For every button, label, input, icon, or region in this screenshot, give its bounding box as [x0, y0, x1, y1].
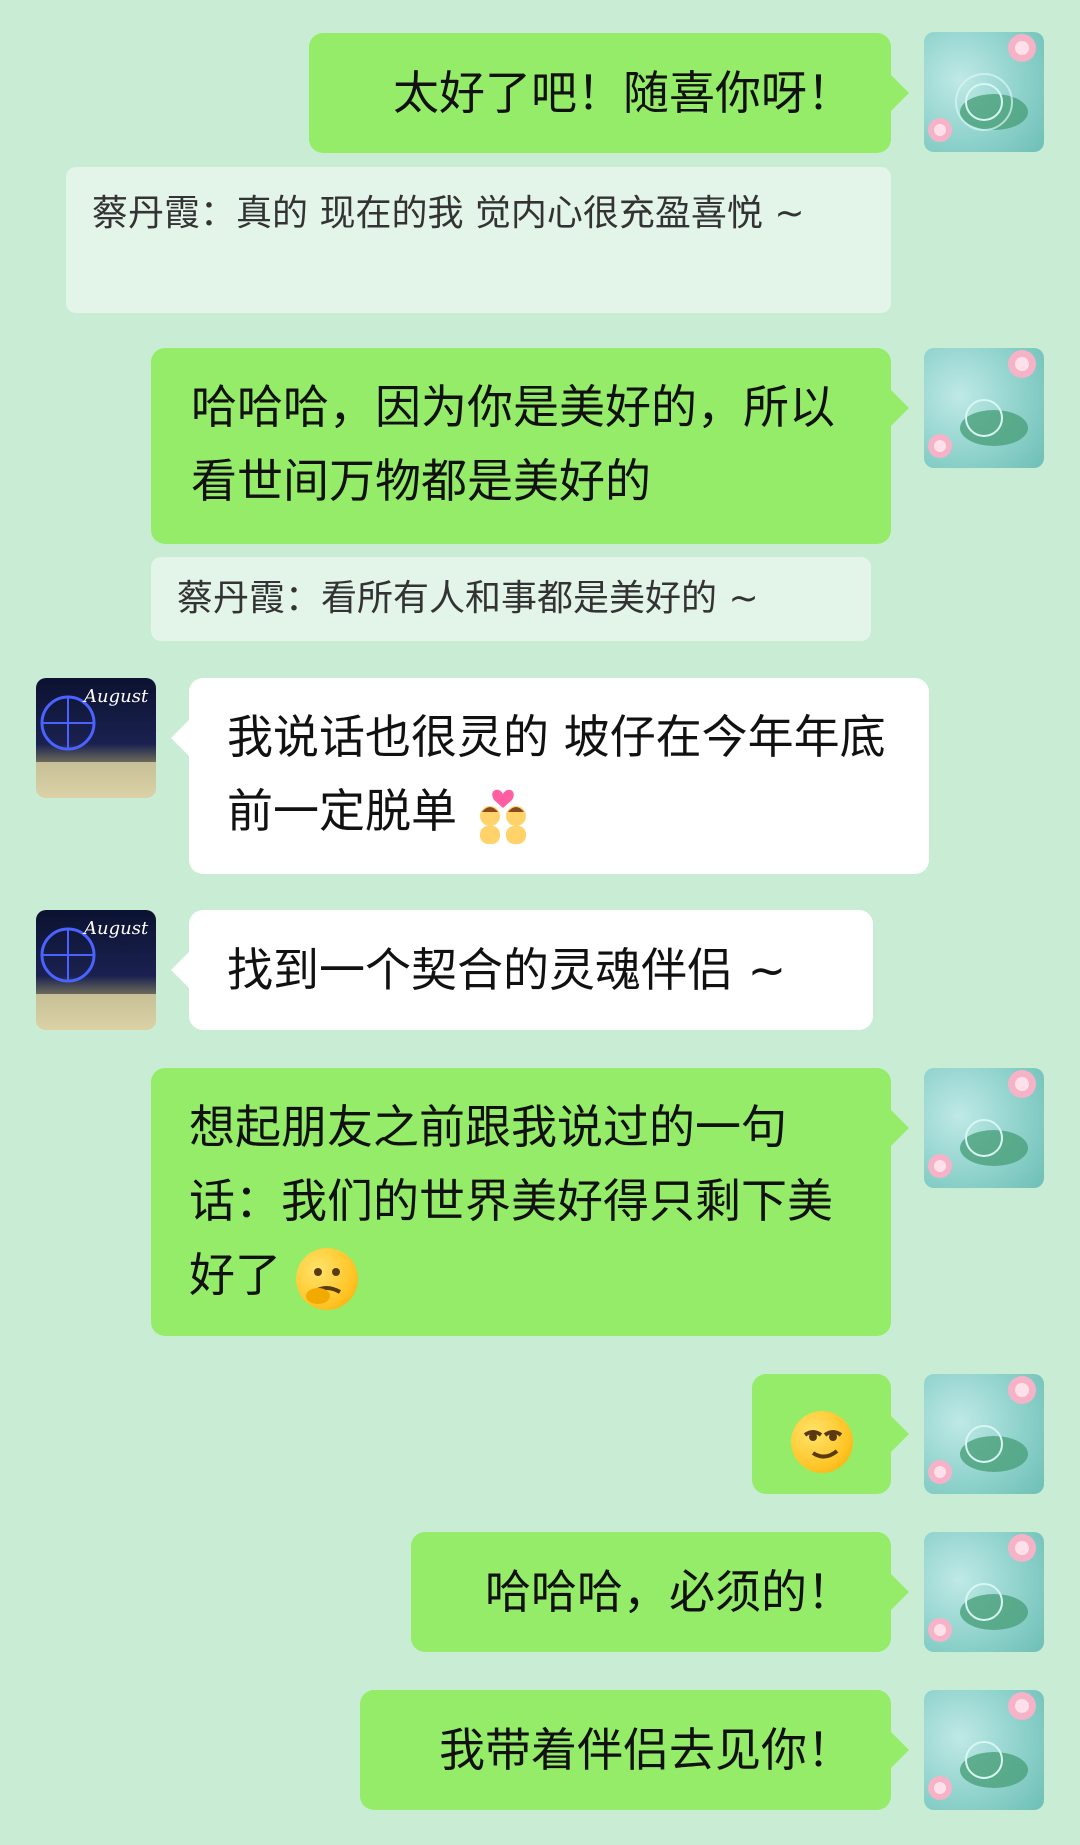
contact-avatar[interactable]: August	[36, 678, 156, 798]
thinking-emoji-icon	[295, 1247, 358, 1310]
message-bubble[interactable]: 太好了吧！随喜你呀！	[309, 33, 909, 153]
couple-emoji-icon	[472, 784, 534, 846]
my-avatar[interactable]	[924, 348, 1044, 468]
message-text: 太好了吧！随喜你呀！	[393, 66, 853, 120]
quote-text: 蔡丹霞：看所有人和事都是美好的 ~	[177, 578, 759, 619]
message-text: 我说话也很灵的 坡仔在今年年底前一定脱单	[227, 710, 886, 838]
message-text: 哈哈哈，必须的！	[485, 1565, 853, 1619]
message-bubble[interactable]: 找到一个契合的灵魂伴侣 ~	[171, 910, 873, 1030]
message-bubble[interactable]: 哈哈哈，因为你是美好的，所以看世间万物都是美好的	[151, 348, 909, 544]
quoted-message[interactable]: 蔡丹霞：看所有人和事都是美好的 ~	[151, 557, 871, 641]
my-avatar[interactable]	[924, 1374, 1044, 1494]
message-bubble[interactable]: 哈哈哈，必须的！	[411, 1532, 909, 1652]
smirk-emoji-icon	[790, 1410, 853, 1473]
message-text: 我带着伴侣去见你！	[439, 1723, 853, 1777]
avatar-caption: August	[82, 686, 149, 707]
message-bubble[interactable]	[752, 1374, 909, 1494]
quote-text: 蔡丹霞：真的 现在的我 觉内心很充盈喜悦 ~	[92, 193, 805, 234]
message-bubble[interactable]: 我带着伴侣去见你！	[360, 1690, 909, 1810]
message-text: 找到一个契合的灵魂伴侣 ~	[227, 943, 787, 997]
message-text: 哈哈哈，因为你是美好的，所以看世间万物都是美好的	[191, 380, 835, 508]
my-avatar[interactable]	[924, 32, 1044, 152]
message-text: 想起朋友之前跟我说过的一句话：我们的世界美好得只剩下美好了	[189, 1100, 833, 1302]
message-bubble[interactable]: 我说话也很灵的 坡仔在今年年底前一定脱单	[171, 678, 929, 874]
message-bubble[interactable]: 想起朋友之前跟我说过的一句话：我们的世界美好得只剩下美好了	[151, 1068, 909, 1336]
my-avatar[interactable]	[924, 1068, 1044, 1188]
avatar-caption: August	[82, 918, 149, 939]
contact-avatar[interactable]: August	[36, 910, 156, 1030]
quoted-message[interactable]: 蔡丹霞：真的 现在的我 觉内心很充盈喜悦 ~	[66, 167, 891, 313]
my-avatar[interactable]	[924, 1690, 1044, 1810]
my-avatar[interactable]	[924, 1532, 1044, 1652]
